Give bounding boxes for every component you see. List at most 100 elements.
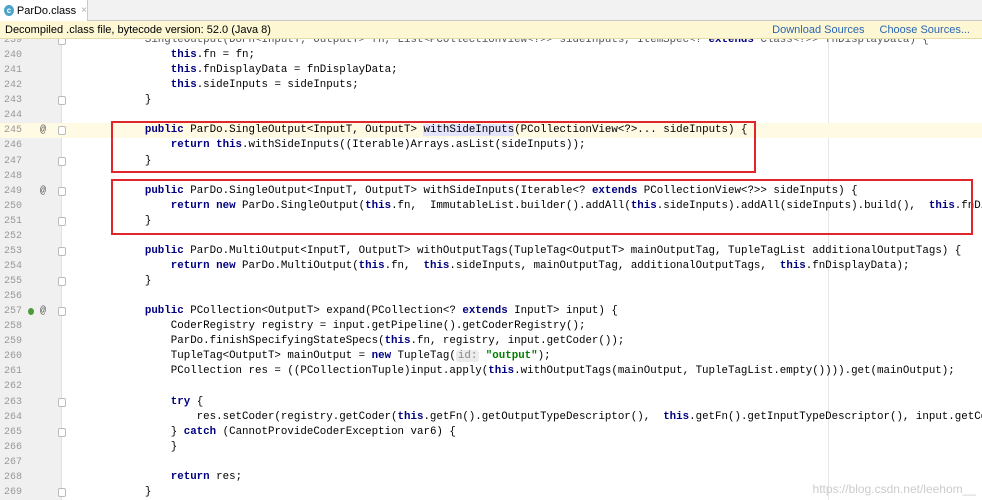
line-number: 267 <box>4 456 23 468</box>
code-line: 264 res.setCoder(registry.getCoder(this.… <box>0 410 982 425</box>
code-text: } <box>93 93 152 108</box>
fold-icon[interactable] <box>58 96 66 106</box>
keyword-token: this <box>170 64 197 77</box>
code-text: } catch (CannotProvideCoderException var… <box>93 425 456 440</box>
line-number: 264 <box>4 411 23 423</box>
code-token: res; <box>209 470 243 483</box>
line-number: 263 <box>4 396 23 408</box>
fold-icon[interactable] <box>58 156 66 166</box>
line-number: 248 <box>4 170 23 182</box>
line-number: 266 <box>4 441 23 453</box>
keyword-token: return new <box>170 259 236 272</box>
code-text: PCollection res = ((PCollectionTuple)inp… <box>93 364 955 379</box>
code-token: } <box>93 275 152 287</box>
keyword-token: extends <box>708 39 754 46</box>
line-number: 259 <box>4 336 23 348</box>
fold-icon[interactable] <box>58 307 66 317</box>
tab-pardo-class[interactable]: c ParDo.class × <box>0 0 88 21</box>
code-line: 257 @ public PCollection<OutputT> expand(… <box>0 304 982 319</box>
download-sources-link[interactable]: Download Sources <box>772 24 864 36</box>
keyword-token: this <box>384 335 411 348</box>
code-line: 265 } catch (CannotProvideCoderException… <box>0 425 982 440</box>
line-number: 250 <box>4 200 23 212</box>
code-editor[interactable]: 239 SingleOutput(DoFn<InputT, OutputT> f… <box>0 39 982 500</box>
keyword-token: this <box>358 259 385 272</box>
keyword-token: extends <box>462 305 508 318</box>
fold-icon[interactable] <box>58 39 66 45</box>
code-line: 262 <box>0 379 982 394</box>
code-text: res.setCoder(registry.getCoder(this.getF… <box>93 410 982 425</box>
line-number: 257 <box>4 306 23 318</box>
line-number: 256 <box>4 291 23 303</box>
code-line: 258 CoderRegistry registry = input.getPi… <box>0 319 982 334</box>
annotation-icon[interactable]: @ <box>40 304 46 319</box>
override-icon[interactable] <box>28 308 34 316</box>
code-text: this.fn = fn; <box>93 48 255 63</box>
fold-icon[interactable] <box>58 277 66 286</box>
line-number: 255 <box>4 276 23 287</box>
code-line: 254 return new ParDo.MultiOutput(this.fn… <box>0 259 982 274</box>
fold-icon[interactable] <box>58 126 66 136</box>
line-number: 261 <box>4 366 23 378</box>
choose-sources-link[interactable]: Choose Sources... <box>880 24 971 36</box>
line-number: 239 <box>4 39 23 46</box>
line-number: 252 <box>4 230 23 242</box>
code-token: .fnDisplayData = fnDisplayData; <box>196 64 398 77</box>
code-token: .fn = fn; <box>196 49 256 62</box>
code-token: ParDo.MultiOutput<InputT, OutputT> withO… <box>183 244 962 257</box>
banner-text: Decompiled .class file, bytecode version… <box>5 23 271 36</box>
annotation-icon[interactable]: @ <box>40 123 46 138</box>
keyword-token: this <box>488 365 515 378</box>
close-icon[interactable]: × <box>81 5 87 16</box>
code-text: } <box>93 274 152 289</box>
line-number: 268 <box>4 471 23 483</box>
line-number: 258 <box>4 321 23 333</box>
line-number: 246 <box>4 140 23 152</box>
code-text: try { <box>93 395 203 410</box>
code-token: .sideInputs = sideInputs; <box>196 79 359 92</box>
code-token: .withOutputTags(mainOutput, TupleTagList… <box>514 365 955 378</box>
code-lines: 239 SingleOutput(DoFn<InputT, OutputT> f… <box>0 39 982 500</box>
string-token: "output" <box>485 350 538 363</box>
code-token: { <box>190 395 204 408</box>
code-token: ); <box>537 350 551 363</box>
fold-icon[interactable] <box>58 487 66 497</box>
code-line: 253 public ParDo.MultiOutput<InputT, Out… <box>0 244 982 259</box>
annotation-icon[interactable]: @ <box>40 184 46 199</box>
code-token: CoderRegistry registry = input.getPipeli… <box>93 320 586 333</box>
code-text: this.sideInputs = sideInputs; <box>93 78 359 93</box>
keyword-token: this <box>779 259 806 272</box>
line-number: 241 <box>4 65 23 77</box>
fold-icon[interactable] <box>58 427 66 437</box>
code-line: 263 try { <box>0 395 982 410</box>
code-line: 239 SingleOutput(DoFn<InputT, OutputT> f… <box>0 39 982 48</box>
line-number: 253 <box>4 245 23 257</box>
code-token: TupleTag<OutputT> mainOutput = <box>93 350 372 363</box>
code-token: (CannotProvideCoderException var6) { <box>216 425 456 438</box>
fold-icon[interactable] <box>58 397 66 407</box>
line-number: 247 <box>4 155 23 167</box>
keyword-token: this <box>170 49 197 62</box>
fold-icon[interactable] <box>58 186 66 196</box>
line-number: 254 <box>4 260 23 272</box>
line-number: 244 <box>4 110 23 122</box>
fold-icon[interactable] <box>58 216 66 226</box>
fold-icon[interactable] <box>58 246 66 256</box>
code-text: } <box>93 485 152 500</box>
code-text: TupleTag<OutputT> mainOutput = new Tuple… <box>93 349 551 364</box>
keyword-token: catch <box>183 425 217 438</box>
code-line: 267 <box>0 455 982 470</box>
code-token: SingleOutput(DoFn<InputT, OutputT> fn, L… <box>93 39 709 46</box>
code-line: 260 TupleTag<OutputT> mainOutput = new T… <box>0 349 982 364</box>
code-line: 243 } <box>0 93 982 108</box>
keyword-token: this <box>423 259 450 272</box>
class-file-icon: c <box>4 5 14 16</box>
code-token: .getFn().getOutputTypeDescriptor(), <box>423 410 664 423</box>
code-text: SingleOutput(DoFn<InputT, OutputT> fn, L… <box>93 39 929 48</box>
code-line: 256 <box>0 289 982 304</box>
code-token: ParDo.finishSpecifyingStateSpecs( <box>93 335 385 348</box>
